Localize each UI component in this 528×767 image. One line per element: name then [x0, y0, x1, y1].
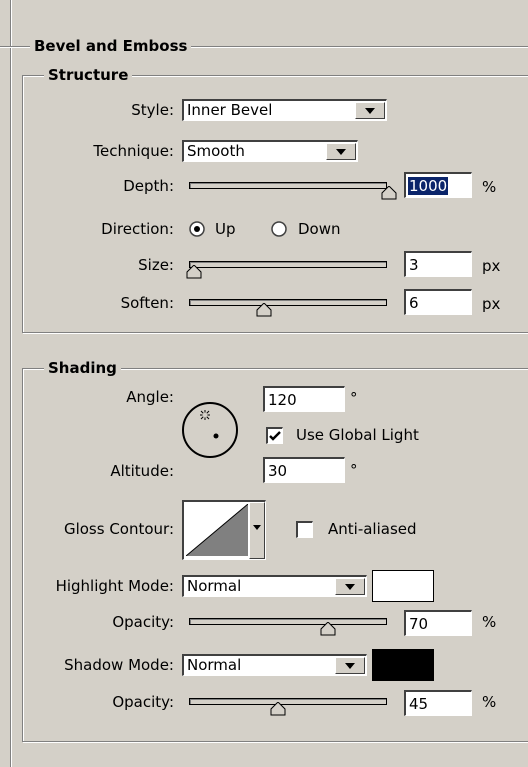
- depth-slider-thumb[interactable]: [381, 186, 397, 200]
- depth-value: 1000: [408, 177, 449, 195]
- angle-input[interactable]: 120: [263, 386, 345, 412]
- technique-value: Smooth: [187, 142, 245, 160]
- gloss-contour-picker[interactable]: [182, 500, 266, 560]
- style-select[interactable]: Inner Bevel: [182, 99, 387, 121]
- direction-up-radio[interactable]: [189, 221, 205, 237]
- anti-aliased-checkbox[interactable]: [296, 521, 313, 538]
- soften-slider-track[interactable]: [189, 299, 387, 306]
- anti-aliased-label[interactable]: Anti-aliased: [328, 519, 417, 539]
- size-slider-thumb[interactable]: [186, 265, 202, 279]
- highlight-opacity-slider-track[interactable]: [189, 618, 387, 625]
- soften-value: 6: [409, 294, 419, 312]
- shadow-mode-value: Normal: [187, 656, 242, 674]
- highlight-mode-value: Normal: [187, 577, 242, 595]
- highlight-opacity-slider-thumb[interactable]: [320, 622, 336, 636]
- shadow-opacity-label: Opacity:: [112, 693, 174, 711]
- highlight-opacity-label: Opacity:: [112, 613, 174, 631]
- altitude-input[interactable]: 30: [263, 457, 345, 483]
- size-input[interactable]: 3: [404, 251, 472, 277]
- altitude-value: 30: [268, 462, 288, 480]
- shadow-opacity-value: 45: [409, 695, 429, 713]
- chevron-down-icon[interactable]: [326, 143, 356, 160]
- shading-group: [22, 368, 528, 742]
- angle-value: 120: [268, 391, 297, 409]
- altitude-label: Altitude:: [110, 462, 174, 480]
- shadow-opacity-slider-track[interactable]: [189, 698, 387, 705]
- shadow-opacity-input[interactable]: 45: [404, 690, 472, 716]
- contour-ramp-icon: [186, 504, 248, 556]
- technique-label: Technique:: [93, 142, 174, 160]
- style-value: Inner Bevel: [187, 101, 273, 119]
- technique-select[interactable]: Smooth: [182, 140, 358, 162]
- gloss-contour-label: Gloss Contour:: [63, 520, 174, 538]
- depth-unit: %: [482, 178, 497, 196]
- highlight-color-swatch[interactable]: [372, 570, 434, 602]
- soften-slider-thumb[interactable]: [256, 303, 272, 317]
- direction-down-label[interactable]: Down: [298, 219, 341, 239]
- shading-title: Shading: [44, 359, 121, 377]
- panel-edge: [10, 0, 12, 767]
- angle-dial-icon[interactable]: [180, 400, 240, 460]
- bevel-emboss-panel: Bevel and Emboss Structure Style: Inner …: [0, 0, 528, 767]
- highlight-mode-label: Highlight Mode:: [55, 577, 174, 595]
- shadow-opacity-unit: %: [482, 693, 497, 711]
- depth-slider-track[interactable]: [189, 182, 387, 189]
- shadow-color-swatch[interactable]: [372, 649, 434, 681]
- highlight-opacity-input[interactable]: 70: [404, 610, 472, 636]
- highlight-opacity-unit: %: [482, 613, 497, 631]
- direction-down-radio[interactable]: [271, 221, 287, 237]
- direction-up-label[interactable]: Up: [215, 219, 236, 239]
- checkmark-icon: [269, 431, 281, 441]
- altitude-unit: °: [350, 461, 358, 479]
- structure-title: Structure: [44, 66, 133, 84]
- shadow-mode-select[interactable]: Normal: [182, 654, 367, 676]
- shadow-opacity-slider-thumb[interactable]: [270, 702, 286, 716]
- shadow-mode-label: Shadow Mode:: [64, 656, 174, 674]
- direction-label: Direction:: [101, 220, 174, 238]
- highlight-mode-select[interactable]: Normal: [182, 575, 367, 597]
- chevron-down-icon[interactable]: [355, 102, 385, 119]
- highlight-opacity-value: 70: [409, 615, 429, 633]
- style-label: Style:: [131, 101, 174, 119]
- depth-input[interactable]: 1000: [404, 172, 472, 198]
- size-unit: px: [482, 257, 501, 275]
- depth-label: Depth:: [123, 177, 174, 195]
- chevron-down-icon[interactable]: [335, 657, 365, 674]
- size-slider-track[interactable]: [189, 261, 387, 268]
- use-global-light-checkbox[interactable]: [266, 427, 283, 444]
- soften-input[interactable]: 6: [404, 289, 472, 315]
- soften-label: Soften:: [120, 294, 174, 312]
- bevel-emboss-title: Bevel and Emboss: [30, 37, 192, 55]
- angle-unit: °: [350, 389, 358, 407]
- chevron-down-icon[interactable]: [249, 502, 265, 559]
- soften-unit: px: [482, 295, 501, 313]
- use-global-light-label[interactable]: Use Global Light: [296, 425, 419, 445]
- chevron-down-icon[interactable]: [335, 578, 365, 595]
- size-label: Size:: [138, 256, 174, 274]
- size-value: 3: [409, 256, 419, 274]
- angle-label: Angle:: [126, 388, 174, 406]
